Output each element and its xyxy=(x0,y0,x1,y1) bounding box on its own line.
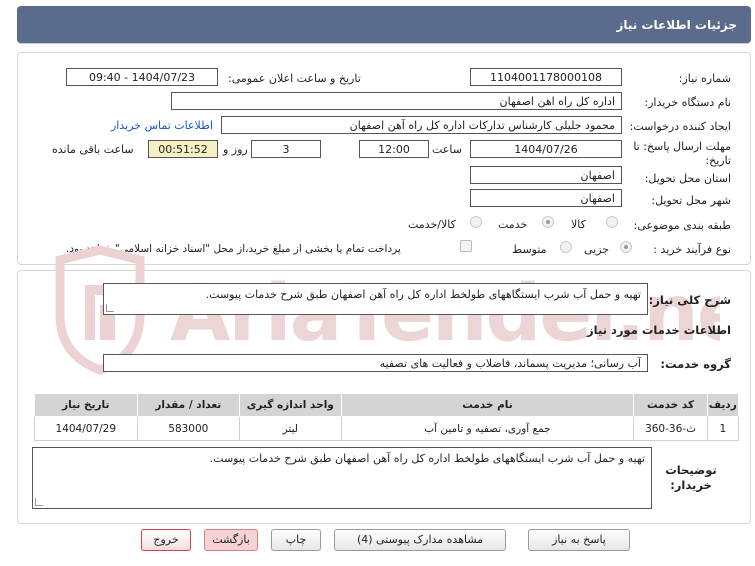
attachments-button[interactable]: مشاهده مدارک پیوستی (4) xyxy=(334,529,506,551)
deadline-date-field[interactable]: 1404/07/26 xyxy=(470,140,622,158)
service-group-label: گروه خدمت: xyxy=(660,357,731,371)
process-option-medium: متوسط xyxy=(512,243,547,256)
process-radio-minor[interactable] xyxy=(620,241,632,253)
service-group-field[interactable]: آب رسانی؛ مدیریت پسماند، فاضلاب و فعالیت… xyxy=(103,354,648,372)
cell-quantity: 583000 xyxy=(136,416,241,441)
buyer-org-label: نام دستگاه خریدار: xyxy=(644,96,731,109)
time-remaining-field[interactable]: 00:51:52 xyxy=(148,140,218,158)
exit-button[interactable]: خروج xyxy=(141,529,191,551)
summary-label: شرح کلی نیاز: xyxy=(648,293,731,307)
process-label: نوع فرآیند خرید : xyxy=(653,243,731,256)
col-row: ردیف xyxy=(706,393,740,417)
announce-date-field[interactable]: 1404/07/23 - 09:40 xyxy=(66,68,218,86)
buyer-notes-field[interactable]: تهیه و حمل آب شرب ایستگاههای طولخط اداره… xyxy=(32,447,652,509)
resize-handle-icon[interactable] xyxy=(106,304,114,312)
category-option-goods-service: کالا/خدمت xyxy=(408,218,456,231)
table-header-row: ردیف کد خدمت نام خدمت واحد اندازه گیری ت… xyxy=(34,393,740,417)
summary-field[interactable]: تهیه و حمل آب شرب ایستگاههای طولخط اداره… xyxy=(103,283,648,315)
province-field[interactable]: اصفهان xyxy=(470,166,622,184)
treasury-checkbox[interactable] xyxy=(460,240,472,252)
deadline-label: مهلت ارسال پاسخ: تا تاریخ: xyxy=(633,140,731,167)
category-option-service: خدمت xyxy=(498,218,528,231)
category-radio-goods[interactable] xyxy=(606,216,618,228)
cell-unit: لیتر xyxy=(239,416,342,441)
cell-service-name: جمع آوری، تصفیه و تامین آب xyxy=(340,416,635,441)
buyer-org-field[interactable]: اداره کل راه اهن اصفهان xyxy=(171,92,622,110)
deadline-time-field[interactable]: 12:00 xyxy=(359,140,429,158)
page-header: جزئیات اطلاعات نیاز xyxy=(17,6,751,44)
cell-need-date: 1404/07/29 xyxy=(34,416,138,441)
time-remaining-label: ساعت باقی مانده xyxy=(52,143,134,156)
back-button[interactable]: بازگشت xyxy=(204,529,258,551)
category-radio-goods-service[interactable] xyxy=(470,216,482,228)
col-service-code: کد خدمت xyxy=(633,393,708,417)
cell-row: 1 xyxy=(706,416,740,441)
announce-date-label: تاریخ و ساعت اعلان عمومی: xyxy=(228,72,361,85)
col-service-name: نام خدمت xyxy=(340,393,635,417)
col-need-date: تاریخ نیاز xyxy=(34,393,138,417)
reply-button[interactable]: پاسخ به نیاز xyxy=(528,529,630,551)
services-table: ردیف کد خدمت نام خدمت واحد اندازه گیری ت… xyxy=(34,393,740,441)
need-number-label: شماره نیاز: xyxy=(678,72,731,85)
days-label: روز و xyxy=(223,143,248,156)
category-radio-service[interactable] xyxy=(542,216,554,228)
payment-note: پرداخت تمام یا بخشی از مبلغ خرید،از محل … xyxy=(66,243,401,255)
page-title: جزئیات اطلاعات نیاز xyxy=(616,18,737,32)
category-label: طبقه بندی موضوعی: xyxy=(633,219,731,232)
col-quantity: تعداد / مقدار xyxy=(136,393,241,417)
city-label: شهر محل تحویل: xyxy=(651,194,731,207)
deadline-time-label: ساعت xyxy=(432,143,462,156)
buyer-contact-link[interactable]: اطلاعات تماس خریدار xyxy=(111,119,213,132)
summary-text: تهیه و حمل آب شرب ایستگاههای طولخط اداره… xyxy=(205,288,641,301)
process-option-minor: جزیی xyxy=(584,243,610,256)
city-field[interactable]: اصفهان xyxy=(470,189,622,207)
cell-service-code: ث-36-360 xyxy=(633,416,708,441)
buyer-notes-text: تهیه و حمل آب شرب ایستگاههای طولخط اداره… xyxy=(209,452,645,465)
services-heading: اطلاعات خدمات مورد نیاز xyxy=(587,323,731,337)
print-button[interactable]: چاپ xyxy=(271,529,321,551)
creator-field[interactable]: محمود جلیلی کارشناس تدارکات اداره کل راه… xyxy=(221,116,622,134)
table-row[interactable]: 1 ث-36-360 جمع آوری، تصفیه و تامین آب لی… xyxy=(34,416,740,441)
need-number-field[interactable]: 1104001178000108 xyxy=(470,68,622,86)
province-label: استان محل تحویل: xyxy=(644,172,731,185)
col-unit: واحد اندازه گیری xyxy=(239,393,342,417)
category-option-goods: کالا xyxy=(571,218,586,231)
days-remaining-field[interactable]: 3 xyxy=(251,140,321,158)
buyer-notes-label: توضیحات خریدار: xyxy=(665,463,717,492)
resize-handle-icon[interactable] xyxy=(35,498,43,506)
process-radio-medium[interactable] xyxy=(560,241,572,253)
creator-label: ایجاد کننده درخواست: xyxy=(629,120,731,133)
